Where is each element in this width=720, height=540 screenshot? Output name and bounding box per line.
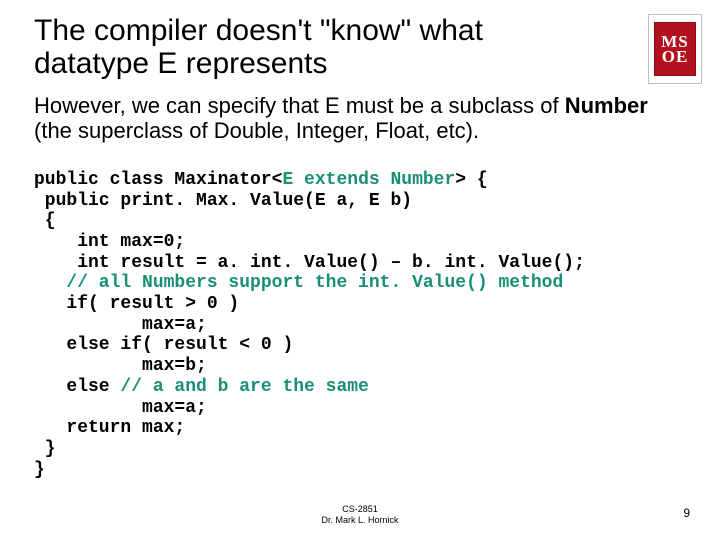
code-l11b: // a and b are the same: [120, 377, 368, 397]
code-l15: }: [34, 460, 45, 480]
code-l1b: E extends Number: [282, 170, 455, 190]
slide-subtitle: However, we can specify that E must be a…: [34, 94, 674, 143]
code-l2: public print. Max. Value(E a, E b): [34, 191, 412, 211]
subtitle-part-2: (the superclass of Double, Integer, Floa…: [34, 118, 479, 143]
code-l1a: public class Maxinator<: [34, 170, 282, 190]
code-l9: else if( result < 0 ): [34, 335, 293, 355]
code-l7: if( result > 0 ): [34, 294, 239, 314]
page-number: 9: [683, 506, 690, 520]
logo-box: MS OE: [654, 22, 696, 76]
logo-line-2: OE: [662, 49, 689, 64]
code-l12: max=a;: [34, 398, 207, 418]
footer-author: Dr. Mark L. Hornick: [0, 515, 720, 526]
code-l6a: [34, 273, 66, 293]
code-l14: }: [34, 439, 56, 459]
code-l6b: // all Numbers support the int. Value() …: [66, 273, 563, 293]
institution-logo: MS OE: [648, 14, 702, 84]
footer-course: CS-2851: [0, 504, 720, 515]
code-l4: int max=0;: [34, 232, 185, 252]
code-l13: return max;: [34, 418, 185, 438]
code-l10: max=b;: [34, 356, 207, 376]
subtitle-bold: Number: [565, 93, 648, 118]
code-l5: int result = a. int. Value() – b. int. V…: [34, 253, 585, 273]
slide-title: The compiler doesn't "know" what datatyp…: [34, 14, 594, 80]
code-l11a: else: [34, 377, 120, 397]
code-l3: {: [34, 211, 56, 231]
code-l1c: > {: [455, 170, 487, 190]
subtitle-part-1: However, we can specify that E must be a…: [34, 93, 565, 118]
code-l8: max=a;: [34, 315, 207, 335]
slide-footer: CS-2851 Dr. Mark L. Hornick: [0, 504, 720, 526]
code-block: public class Maxinator<E extends Number>…: [34, 149, 686, 480]
